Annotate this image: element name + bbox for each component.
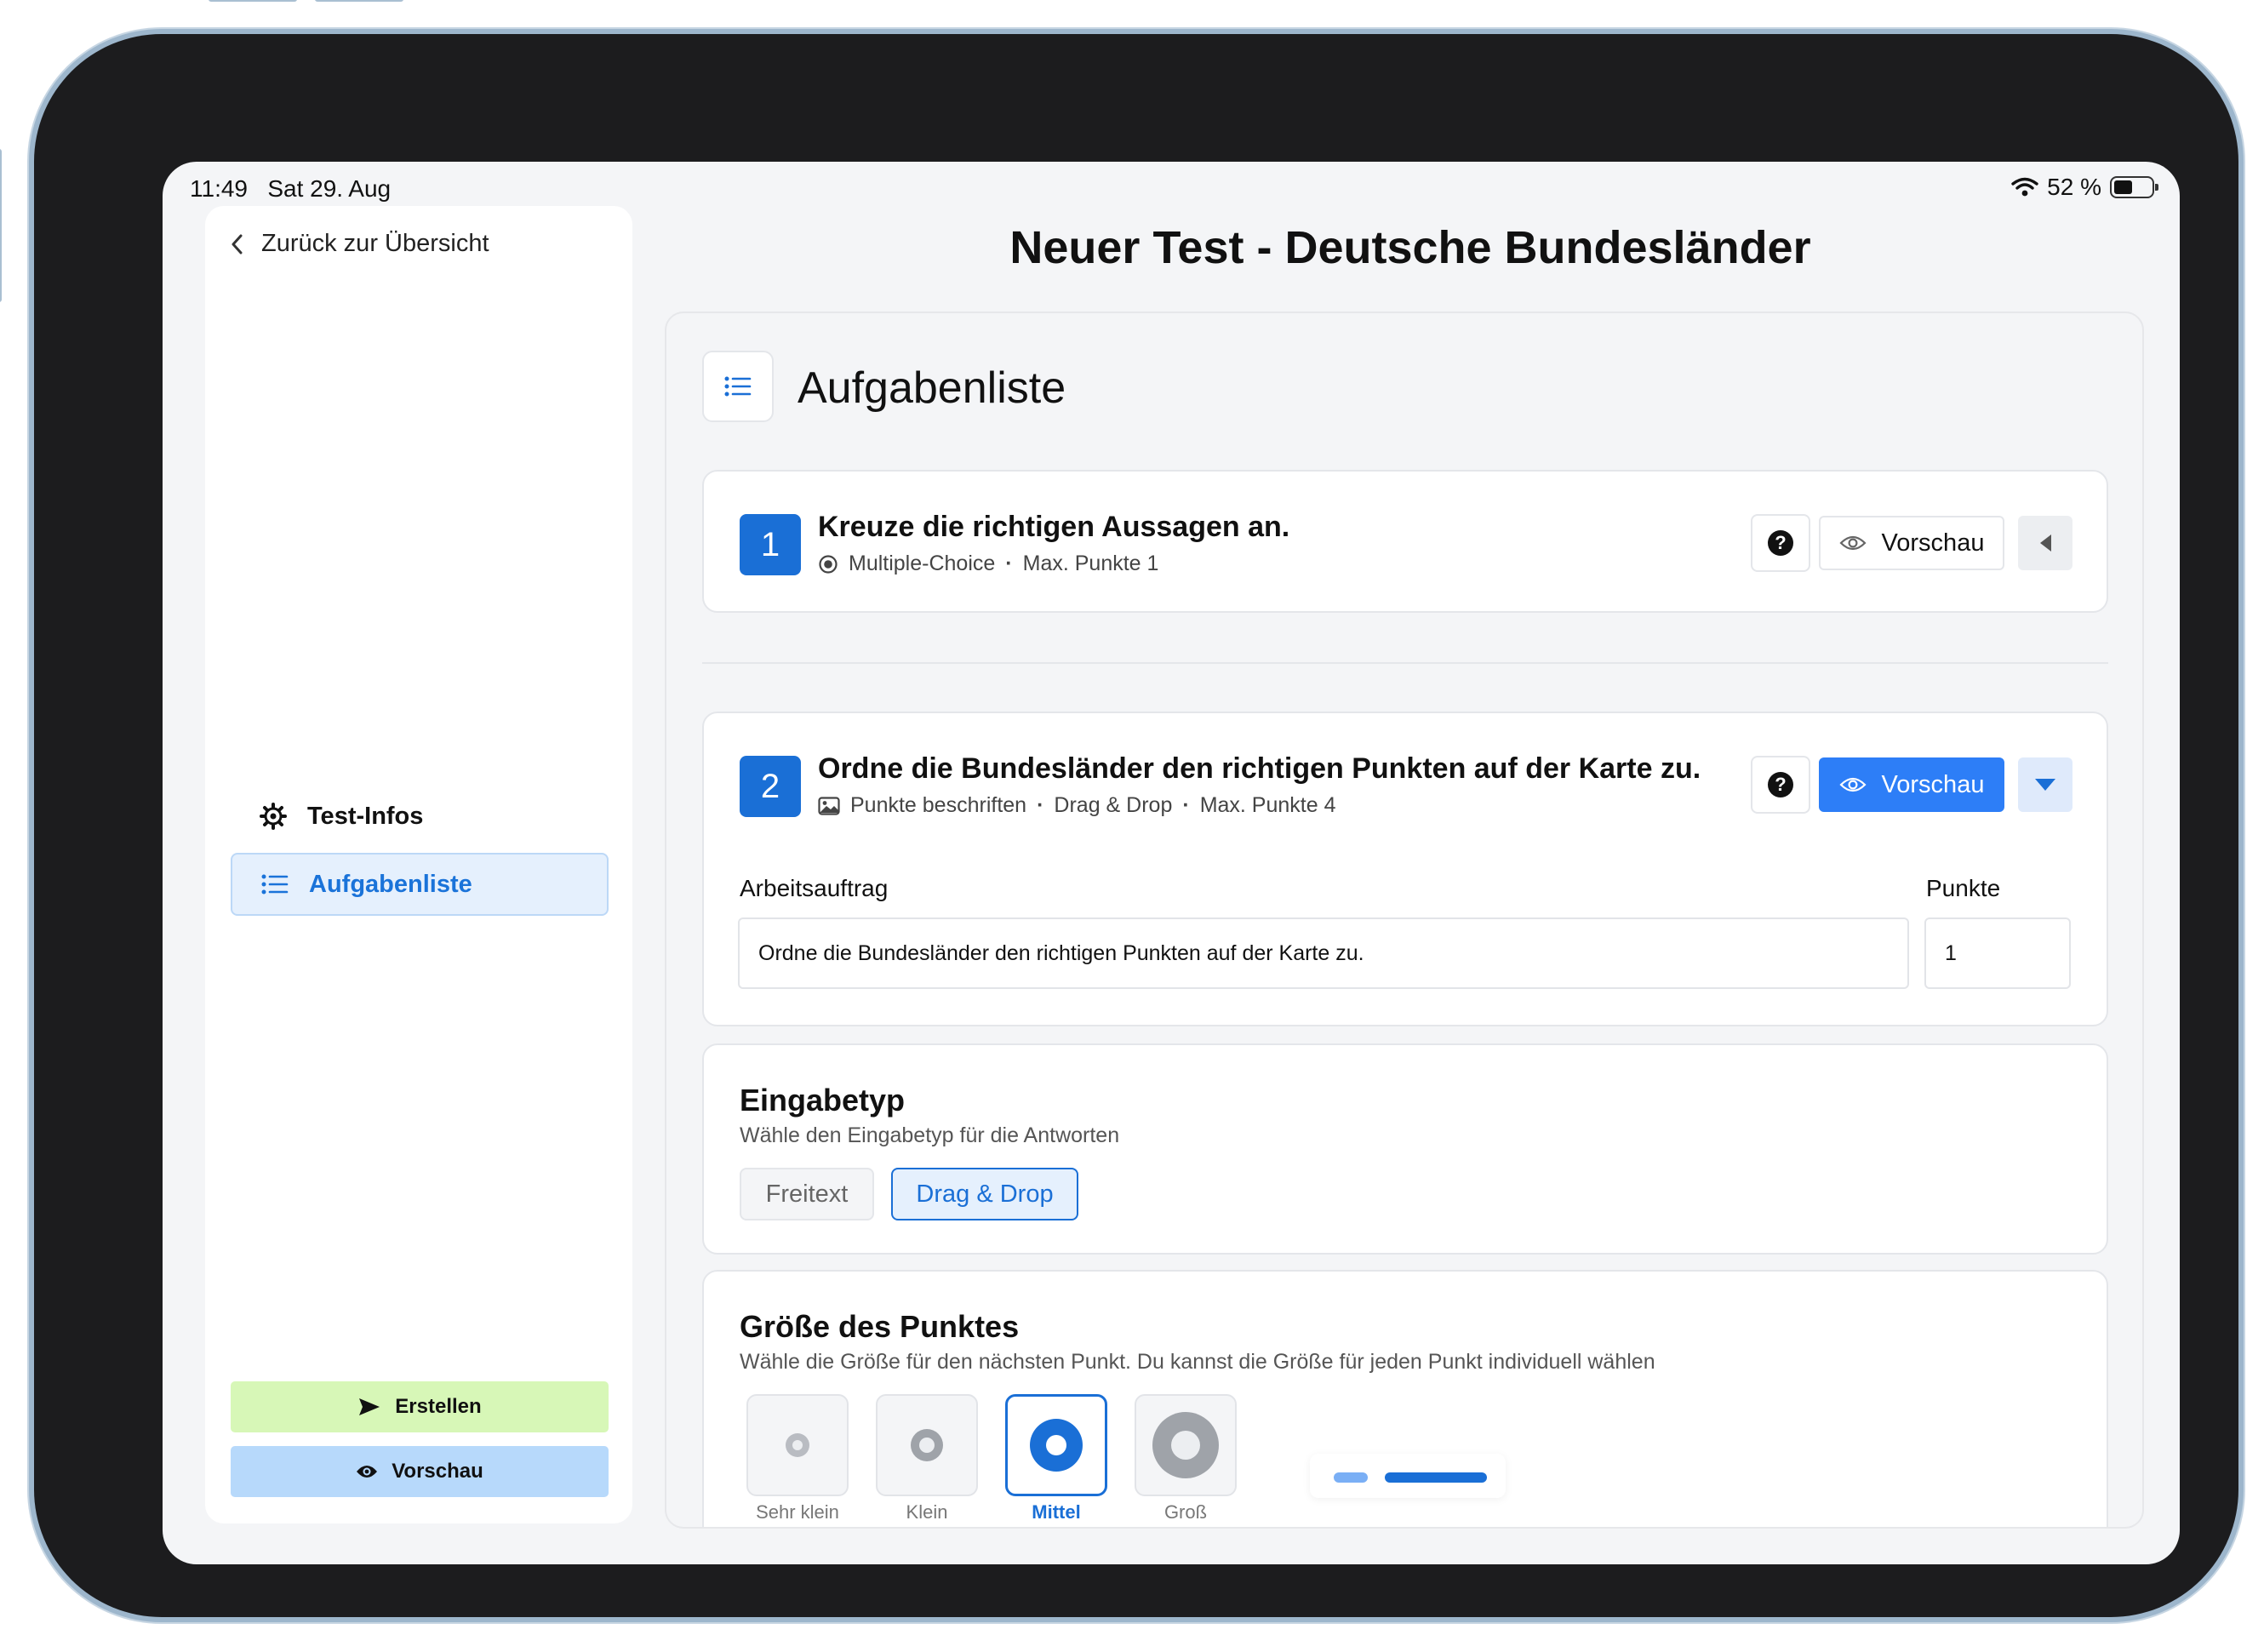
point-size-icon <box>786 1433 809 1457</box>
size-label: Mittel <box>1032 1501 1081 1523</box>
assignment-input[interactable]: Ordne die Bundesländer den richtigen Pun… <box>738 917 1909 989</box>
point-size-icon <box>1152 1412 1219 1478</box>
input-type-drag-drop[interactable]: Drag & Drop <box>891 1168 1078 1220</box>
eye-icon <box>1838 777 1867 792</box>
create-button-label: Erstellen <box>395 1395 482 1418</box>
wifi-icon <box>2011 177 2038 197</box>
page-title: Neuer Test - Deutsche Bundesländer <box>1009 222 1811 273</box>
meta-separator: · <box>1037 793 1044 817</box>
question-icon: ? <box>1768 530 1793 556</box>
input-type-card: Eingabetyp Wähle den Eingabetyp für die … <box>702 1043 2108 1255</box>
point-size-icon <box>1030 1419 1083 1472</box>
input-type-title: Eingabetyp <box>740 1083 906 1118</box>
chevron-left-icon <box>232 234 243 254</box>
task-preview-label: Vorschau <box>1881 529 1985 557</box>
task-meta: Punkte beschriften · Drag & Drop · Max. … <box>818 793 1336 818</box>
status-date: Sat 29. Aug <box>267 175 392 202</box>
collapse-toggle-button[interactable] <box>2018 757 2072 812</box>
task-meta: Multiple-Choice · Max. Punkte 1 <box>818 552 1158 576</box>
input-type-description: Wähle den Eingabetyp für die Antworten <box>740 1123 1120 1147</box>
back-link-label: Zurück zur Übersicht <box>261 230 489 257</box>
task-max-points: Max. Punkte 4 <box>1199 793 1336 817</box>
point-size-title: Größe des Punktes <box>740 1309 1020 1344</box>
help-button[interactable]: ? <box>1751 756 1810 814</box>
back-link[interactable]: Zurück zur Übersicht <box>231 230 489 258</box>
volume-button <box>315 0 403 2</box>
send-icon <box>359 1398 380 1415</box>
slider-track-segment <box>1334 1472 1368 1483</box>
sidebar-item-label: Aufgabenliste <box>309 870 472 898</box>
power-button <box>0 149 2 302</box>
create-button[interactable]: Erstellen <box>231 1381 609 1432</box>
tablet-frame: 11:49 Sat 29. Aug 52 % Zurück zur Übersi… <box>0 0 2238 1617</box>
battery-level <box>2114 180 2132 194</box>
list-icon <box>261 874 289 895</box>
task-card-1[interactable]: 1 Kreuze die richtigen Aussagen an. Mult… <box>702 470 2108 613</box>
point-size-description: Wähle die Größe für den nächsten Punkt. … <box>740 1350 1655 1374</box>
assignment-label: Arbeitsauftrag <box>740 875 889 901</box>
size-option-klein[interactable] <box>876 1394 978 1496</box>
expand-toggle-button[interactable] <box>2018 516 2072 570</box>
points-label: Punkte <box>1926 875 2001 901</box>
sidebar-item-label: Test-Infos <box>307 802 424 830</box>
battery-icon <box>2110 176 2158 198</box>
input-type-freitext[interactable]: Freitext <box>740 1168 874 1220</box>
task-title: Ordne die Bundesländer den richtigen Pun… <box>818 752 1701 785</box>
task-card-2: 2 Ordne die Bundesländer den richtigen P… <box>702 712 2108 1026</box>
size-option-sehr-klein[interactable] <box>746 1394 849 1496</box>
battery-percent: 52 % <box>2047 174 2101 200</box>
eye-icon <box>357 1466 378 1478</box>
screen: 11:49 Sat 29. Aug 52 % Zurück zur Übersi… <box>163 162 2180 1564</box>
size-option-gross[interactable] <box>1135 1394 1237 1496</box>
caret-down-icon <box>2035 779 2055 791</box>
meta-separator: · <box>1182 793 1190 817</box>
meta-separator: · <box>1005 552 1013 575</box>
task-preview-button[interactable]: Vorschau <box>1819 516 2004 570</box>
eye-icon <box>1838 535 1867 551</box>
size-slider[interactable] <box>1310 1454 1506 1498</box>
gear-icon <box>260 803 287 830</box>
divider <box>702 662 2108 664</box>
task-number-badge: 2 <box>740 756 801 817</box>
status-indicators: 52 % <box>2011 174 2158 201</box>
sidebar: Zurück zur Übersicht Test-Infos Aufgaben… <box>205 206 632 1523</box>
sidebar-item-test-infos[interactable]: Test-Infos <box>231 785 609 848</box>
size-label: Klein <box>906 1501 948 1523</box>
point-size-icon <box>911 1429 943 1461</box>
points-input[interactable]: 1 <box>1924 917 2071 989</box>
sidebar-preview-label: Vorschau <box>392 1460 483 1483</box>
section-title: Aufgabenliste <box>798 363 1066 413</box>
help-button[interactable]: ? <box>1751 514 1810 572</box>
size-label: Sehr klein <box>756 1501 839 1523</box>
slider-track-segment <box>1385 1472 1487 1483</box>
task-title: Kreuze die richtigen Aussagen an. <box>818 511 1290 543</box>
caret-left-icon <box>2040 534 2051 552</box>
task-preview-button[interactable]: Vorschau <box>1819 757 2004 812</box>
status-time: 11:49 <box>190 175 248 202</box>
sidebar-preview-button[interactable]: Vorschau <box>231 1446 609 1497</box>
task-list-panel: Aufgabenliste 1 Kreuze die richtigen Aus… <box>665 312 2144 1529</box>
task-type: Multiple-Choice <box>849 552 996 575</box>
task-number-badge: 1 <box>740 514 801 575</box>
task-preview-label: Vorschau <box>1881 770 1985 798</box>
task-type: Punkte beschriften <box>850 793 1027 817</box>
task-subtype: Drag & Drop <box>1054 793 1173 817</box>
section-icon-box <box>702 351 774 422</box>
point-size-card: Größe des Punktes Wähle die Größe für de… <box>702 1270 2108 1527</box>
task-max-points: Max. Punkte 1 <box>1022 552 1159 575</box>
radio-icon <box>819 554 838 574</box>
question-icon: ? <box>1768 772 1793 797</box>
volume-button <box>209 0 297 2</box>
size-option-mittel[interactable] <box>1005 1394 1107 1496</box>
list-icon <box>724 376 752 397</box>
sidebar-item-aufgabenliste[interactable]: Aufgabenliste <box>231 853 609 916</box>
image-icon <box>818 796 840 815</box>
size-label: Groß <box>1163 1501 1208 1523</box>
